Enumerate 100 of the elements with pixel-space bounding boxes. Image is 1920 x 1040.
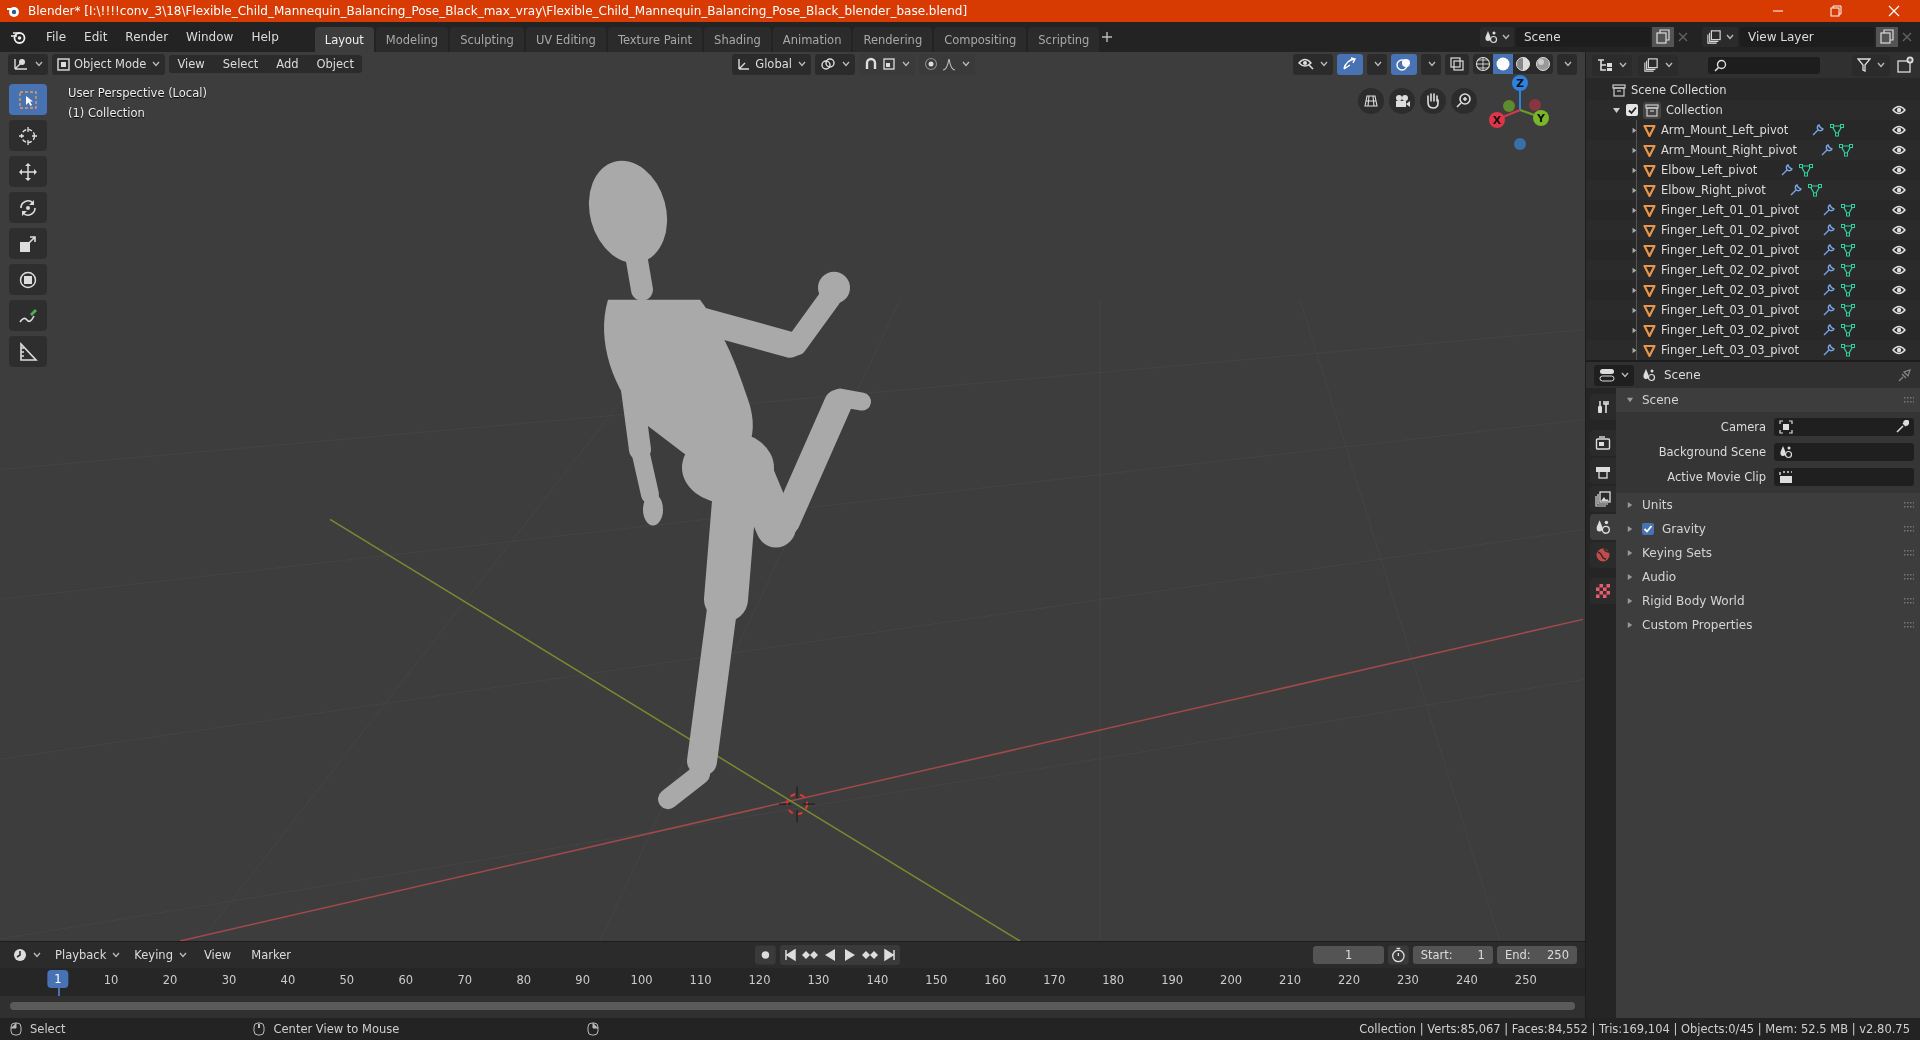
checkbox[interactable] — [1642, 523, 1654, 535]
wireframe-shading-icon[interactable] — [1473, 54, 1493, 74]
workspace-tab[interactable]: Scripting — [1028, 27, 1100, 53]
restore-icon[interactable] — [1830, 5, 1842, 17]
wrench-icon[interactable] — [1822, 343, 1837, 357]
camera-field[interactable] — [1774, 417, 1914, 436]
wrench-icon[interactable] — [1788, 183, 1803, 197]
expand-arrow-icon[interactable] — [1626, 621, 1634, 629]
panel-header[interactable]: Audio — [1616, 565, 1920, 589]
eye-icon[interactable] — [1892, 145, 1906, 155]
workspace-tab[interactable]: Texture Paint — [607, 27, 703, 53]
eye-icon[interactable] — [1892, 225, 1906, 235]
scene-browse-button[interactable] — [1480, 27, 1514, 47]
new-collection-icon[interactable] — [1896, 56, 1914, 74]
mode-dropdown[interactable]: Object Mode — [52, 53, 166, 75]
menu-item[interactable]: Edit — [76, 26, 116, 48]
viewport-menu-item[interactable]: Object — [308, 55, 362, 73]
eye-icon[interactable] — [1892, 245, 1906, 255]
measure-tool-button[interactable] — [9, 336, 47, 367]
copy-icon[interactable] — [1876, 27, 1898, 47]
drag-handle-icon[interactable] — [1904, 526, 1914, 532]
search-field[interactable] — [1708, 56, 1820, 74]
pin-icon[interactable] — [1898, 368, 1912, 382]
expand-arrow-icon[interactable] — [1631, 226, 1638, 234]
timeline-menu-item[interactable]: View — [195, 946, 240, 964]
outliner-item[interactable]: Collection — [1666, 103, 1723, 117]
expand-arrow-icon[interactable] — [1626, 396, 1634, 404]
expand-arrow-icon[interactable] — [1612, 105, 1621, 115]
expand-arrow-icon[interactable] — [1631, 126, 1638, 134]
outliner-item[interactable]: Arm_Mount_Left_pivot — [1661, 123, 1789, 137]
mesh-triangle-icon[interactable] — [1841, 323, 1856, 337]
shading-dropdown[interactable] — [1557, 53, 1577, 75]
expand-arrow-icon[interactable] — [1631, 306, 1638, 314]
output-properties-tab[interactable] — [1590, 458, 1616, 484]
eye-icon[interactable] — [1892, 265, 1906, 275]
rotate-tool-button[interactable] — [9, 192, 47, 223]
panel-header[interactable]: Rigid Body World — [1616, 589, 1920, 613]
workspace-tab[interactable]: UV Editing — [525, 27, 606, 53]
blender-logo-icon[interactable] — [10, 30, 26, 44]
mesh-triangle-icon[interactable] — [1841, 243, 1856, 257]
transform-tool-button[interactable] — [9, 264, 47, 295]
timeline-scrollbar[interactable] — [10, 1002, 1575, 1010]
close-icon[interactable] — [1676, 31, 1690, 43]
wrench-icon[interactable] — [1811, 123, 1826, 137]
visibility-dropdown[interactable] — [1293, 53, 1333, 75]
view-layer-name-field[interactable]: View Layer — [1740, 27, 1874, 47]
tool-properties-tab[interactable] — [1590, 394, 1616, 420]
viewport-menu-item[interactable]: Select — [214, 55, 267, 73]
display-mode-dropdown[interactable] — [1592, 54, 1632, 76]
menu-item[interactable]: Render — [117, 26, 177, 48]
expand-arrow-icon[interactable] — [1631, 286, 1638, 294]
overlays-toggle[interactable] — [1391, 53, 1417, 75]
eye-icon[interactable] — [1892, 285, 1906, 295]
outliner-item[interactable]: Finger_Left_03_01_pivot — [1661, 303, 1800, 317]
pivot-dropdown[interactable] — [814, 53, 855, 75]
mesh-triangle-icon[interactable] — [1841, 203, 1856, 217]
workspace-tab[interactable]: Modeling — [375, 27, 449, 53]
outliner-item[interactable]: Finger_Left_03_02_pivot — [1661, 323, 1800, 337]
xray-toggle[interactable] — [1445, 53, 1469, 75]
close-icon[interactable] — [1888, 5, 1900, 17]
solid-shading-icon[interactable] — [1493, 54, 1513, 74]
mesh-triangle-icon[interactable] — [1807, 183, 1822, 197]
panel-header[interactable]: Units — [1616, 493, 1920, 517]
wrench-icon[interactable] — [1822, 303, 1837, 317]
outliner-item[interactable]: Finger_Left_02_03_pivot — [1661, 283, 1800, 297]
drag-handle-icon[interactable] — [1904, 574, 1914, 580]
wrench-icon[interactable] — [1822, 223, 1837, 237]
end-frame-field[interactable]: End: 250 — [1496, 946, 1577, 964]
expand-arrow-icon[interactable] — [1626, 501, 1634, 509]
timeline-menu-item[interactable]: Marker — [243, 946, 299, 964]
mesh-triangle-icon[interactable] — [1841, 263, 1856, 277]
eye-icon[interactable] — [1892, 185, 1906, 195]
viewport-menu-item[interactable]: View — [169, 55, 213, 73]
eye-icon[interactable] — [1892, 165, 1906, 175]
expand-arrow-icon[interactable] — [1626, 549, 1634, 557]
rendered-shading-icon[interactable] — [1533, 54, 1553, 74]
outliner-item[interactable]: Finger_Left_01_02_pivot — [1661, 223, 1800, 237]
start-frame-field[interactable]: Start: 1 — [1412, 946, 1493, 964]
3d-viewport[interactable]: Object Mode View Select Add Object Global User Perspective (Local) (1) Collection Z X Y — [0, 52, 1585, 941]
eye-icon[interactable] — [1892, 125, 1906, 135]
texture-properties-tab[interactable] — [1590, 578, 1616, 604]
material-shading-icon[interactable] — [1513, 54, 1533, 74]
expand-arrow-icon[interactable] — [1631, 346, 1638, 354]
eye-icon[interactable] — [1892, 205, 1906, 215]
outliner-item[interactable]: Finger_Left_03_03_pivot — [1661, 343, 1800, 357]
mesh-triangle-icon[interactable] — [1799, 163, 1814, 177]
eye-icon[interactable] — [1892, 325, 1906, 335]
checkbox[interactable] — [1626, 104, 1638, 116]
expand-arrow-icon[interactable] — [1626, 597, 1634, 605]
menu-item[interactable]: File — [38, 26, 75, 48]
wrench-icon[interactable] — [1820, 143, 1835, 157]
render-properties-tab[interactable] — [1590, 430, 1616, 456]
mesh-triangle-icon[interactable] — [1841, 223, 1856, 237]
move-tool-button[interactable] — [9, 156, 47, 187]
scene-properties-tab[interactable] — [1590, 514, 1616, 540]
clip-field[interactable] — [1774, 467, 1914, 486]
outliner-item[interactable]: Elbow_Right_pivot — [1661, 183, 1766, 197]
wrench-icon[interactable] — [1822, 323, 1837, 337]
expand-arrow-icon[interactable] — [1631, 146, 1638, 154]
eye-icon[interactable] — [1892, 105, 1906, 115]
